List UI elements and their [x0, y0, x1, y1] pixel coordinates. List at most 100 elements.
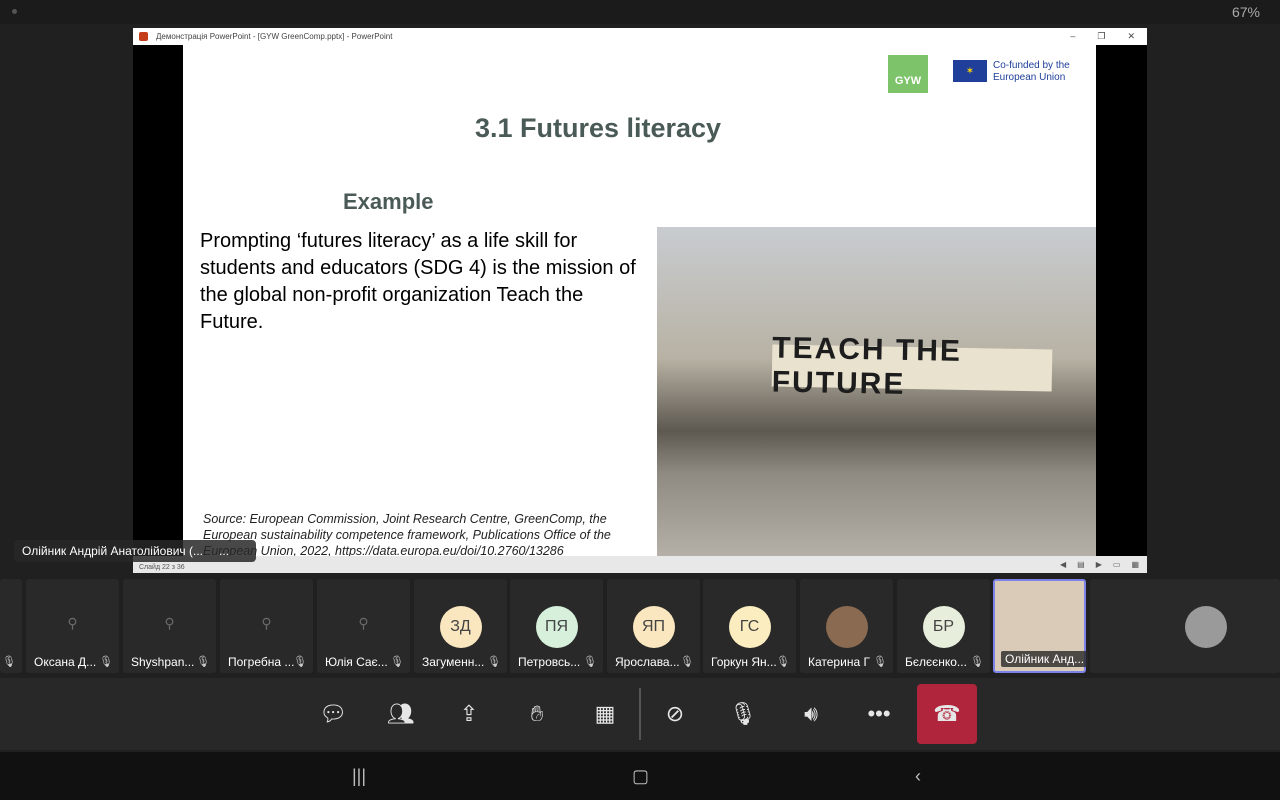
participant-tile[interactable]: ЯП Ярослава... 🎙︎ [607, 579, 700, 673]
notification-dot [12, 9, 17, 14]
mic-button[interactable]: 🎙︎ [715, 686, 771, 742]
slide-counter: Слайд 22 з 36 [139, 564, 185, 571]
view-icon[interactable]: ▭ [1113, 560, 1121, 569]
raise-hand-button[interactable]: ✋︎ [509, 686, 565, 742]
powerpoint-statusbar: Слайд 22 з 36 ◀ ▤ ▶ ▭ ▦ [133, 556, 1147, 573]
participant-name: Погребна ... [228, 655, 295, 669]
android-nav-bar: ||| ▢ ‹ [0, 752, 1280, 800]
participant-name: Ярослава... [615, 655, 680, 669]
call-controls: 💬︎ 👥︎ ⇪ ✋︎ ▦ ⊘ 🎙︎ 🔊︎ ••• ☎︎ [0, 678, 1280, 750]
avatar: ГС [728, 606, 771, 648]
participant-tile[interactable]: ЗД Загуменн... 🎙︎ [414, 579, 507, 673]
participant-name: Горкун Ян... [711, 655, 777, 669]
participant-tile[interactable] [1090, 579, 1280, 673]
divider [639, 688, 641, 740]
participant-tile[interactable]: ГС Горкун Ян... 🎙︎ [703, 579, 796, 673]
participant-name: Олійник Анд... [1001, 651, 1089, 667]
mic-off-icon: 🎙︎ [873, 656, 887, 668]
people-icon: 👥︎ [387, 701, 415, 726]
view-icon[interactable]: ▦ [1131, 560, 1139, 569]
powerpoint-titlebar: Демонстрація PowerPoint - [GYW GreenComp… [133, 28, 1147, 45]
participant-tile[interactable]: ⚲ Юлія Сає... 🎙︎ [317, 579, 410, 673]
participant-tile[interactable]: 🎙︎ [0, 579, 22, 673]
mic-off-icon: 🎙︎ [680, 656, 694, 668]
window-title: Демонстрація PowerPoint - [GYW GreenComp… [156, 32, 393, 41]
chat-button[interactable]: 💬︎ [305, 686, 361, 742]
participant-tile[interactable]: БР Бєлєєнко... 🎙︎ [897, 579, 990, 673]
presenter-label: Олійник Андрій Анатолійович (... ... [14, 540, 256, 562]
chat-icon: 💬︎ [319, 701, 347, 726]
prev-icon[interactable]: ◀ [1060, 560, 1066, 569]
participant-tile[interactable]: Катерина Г 🎙︎ [800, 579, 893, 673]
gyw-logo: GYW [888, 55, 928, 93]
mic-off-icon: 🎙︎ [487, 656, 501, 668]
participant-name: Катерина Г [808, 655, 870, 669]
participant-tile[interactable]: Олійник Анд... [993, 579, 1089, 673]
avatar-photo [1185, 606, 1227, 648]
participant-tile[interactable]: ⚲ Shyshpan... 🎙︎ [123, 579, 216, 673]
menu-icon[interactable]: ▤ [1077, 560, 1085, 569]
avatar: ПЯ [535, 606, 578, 648]
eu-flag-icon: ✶ [953, 60, 987, 82]
presenter-name: Олійник Андрій Анатолійович (... [22, 544, 204, 558]
mic-off-icon: 🎙︎ [293, 656, 307, 668]
slide-title: 3.1 Futures literacy [474, 113, 722, 143]
speaker-button[interactable]: 🔊︎ [783, 686, 839, 742]
maximize-button[interactable]: ❐ [1097, 31, 1105, 42]
grid-icon: ▦ [594, 701, 616, 726]
participant-name: Оксана Д... [34, 655, 97, 669]
slide-subtitle: Example [343, 189, 434, 214]
share-button[interactable]: ⇪ [441, 686, 497, 742]
speaker-icon: 🔊︎ [804, 701, 818, 726]
participant-strip: 🎙︎ ⚲ Оксана Д... 🎙︎ ⚲ Shyshpan... 🎙︎ ⚲ Погребна … [0, 579, 1280, 674]
participant-tile[interactable]: ПЯ Петровсь... 🎙︎ [510, 579, 603, 673]
avatar: ЗД [439, 606, 482, 648]
eu-text: Co-funded by the European Union [993, 60, 1070, 83]
share-screen-icon: ⇪ [459, 701, 479, 726]
eu-logo: ✶ Co-funded by the European Union [953, 60, 1088, 84]
photo-banner: TEACH THE FUTURE [771, 332, 1053, 401]
powerpoint-icon [139, 32, 148, 41]
person-icon: ⚲ [358, 615, 369, 631]
slide: GYW ✶ Co-funded by the European Union 3.… [183, 45, 1096, 558]
participant-name: Петровсь... [518, 655, 581, 669]
avatar-photo [825, 606, 868, 648]
shared-screen: Демонстрація PowerPoint - [GYW GreenComp… [133, 28, 1147, 573]
person-icon: ⚲ [164, 615, 175, 631]
more-icon: ••• [867, 701, 891, 726]
participant-name: Shyshpan... [131, 655, 195, 669]
more-button[interactable]: ••• [851, 686, 907, 742]
mic-off-icon: 🎙︎ [970, 656, 984, 668]
hang-up-button[interactable]: ☎︎ [917, 684, 977, 744]
participant-name: Загуменн... [422, 655, 485, 669]
mic-off-icon: 🎙︎ [196, 656, 210, 668]
home-button[interactable]: ▢ [632, 766, 649, 787]
participant-name: Бєлєєнко... [905, 655, 967, 669]
close-button[interactable]: ✕ [1127, 31, 1135, 42]
view-button[interactable]: ▦ [577, 686, 633, 742]
mic-off-icon: 🎙︎ [729, 701, 757, 726]
participant-name: Юлія Сає... [325, 655, 388, 669]
mic-off-icon: 🎙︎ [390, 656, 404, 668]
minimize-button[interactable]: – [1070, 31, 1075, 42]
person-icon: ⚲ [261, 615, 272, 631]
slide-body: Prompting ‘futures literacy’ as a life s… [200, 230, 636, 333]
recents-button[interactable]: ||| [352, 766, 366, 787]
mic-off-icon: 🎙︎ [2, 656, 16, 668]
next-icon[interactable]: ▶ [1096, 560, 1102, 569]
participant-tile[interactable]: ⚲ Погребна ... 🎙︎ [220, 579, 313, 673]
teach-the-future-photo: TEACH THE FUTURE [657, 227, 1096, 556]
mic-off-icon: 🎙︎ [776, 656, 790, 668]
camera-button[interactable]: ⊘ [647, 686, 703, 742]
mic-off-icon: 🎙︎ [583, 656, 597, 668]
person-icon: ⚲ [67, 615, 78, 631]
more-options-button[interactable]: ... [219, 544, 229, 558]
back-button[interactable]: ‹ [915, 766, 921, 787]
status-bar: 67% [0, 0, 1280, 24]
people-button[interactable]: 👥︎ [373, 686, 429, 742]
hand-icon: ✋︎ [530, 701, 544, 726]
camera-off-icon: ⊘ [665, 701, 685, 726]
slide-source: Source: European Commission, Joint Resea… [203, 512, 611, 558]
avatar: ЯП [632, 606, 675, 648]
participant-tile[interactable]: ⚲ Оксана Д... 🎙︎ [26, 579, 119, 673]
